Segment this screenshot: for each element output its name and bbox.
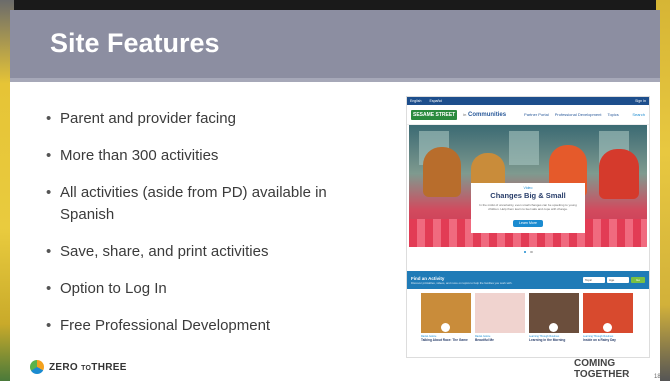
nav-professional-development[interactable]: Professional Development	[555, 112, 602, 117]
card-title[interactable]: Beautiful Me	[475, 338, 525, 342]
bullet-item: Free Professional Development	[46, 315, 378, 337]
slide-page-number: 18	[654, 374, 660, 380]
topbar-signin-link[interactable]: Sign In	[635, 99, 646, 103]
carousel-dot[interactable]	[523, 250, 526, 254]
activity-cards: Racial Justice Talking About Race: The G…	[407, 289, 649, 342]
hero-card: Video Changes Big & Small In the midst o…	[471, 183, 585, 233]
age-select[interactable]: Age	[607, 277, 629, 283]
activity-card[interactable]: Racial Justice Beautiful Me	[475, 293, 525, 342]
find-activity-controls: Topic Age Go	[583, 277, 645, 283]
carousel-dot[interactable]	[530, 250, 533, 254]
carousel-dots[interactable]	[407, 247, 649, 257]
activity-card[interactable]: Racial Justice Talking About Race: The G…	[421, 293, 471, 342]
slide-title: Site Features	[50, 28, 220, 58]
header-stripe	[10, 78, 660, 82]
coming-together-logo: COMING TOGETHER	[574, 358, 660, 381]
topbar-english-link[interactable]: English	[410, 99, 421, 103]
slide-header-band: Site Features	[10, 10, 660, 82]
muppet-figure	[423, 147, 461, 197]
zero-to-three-logo: ZERO TOTHREE	[30, 360, 127, 374]
topic-select[interactable]: Topic	[583, 277, 605, 283]
zero-to-three-mark-icon	[30, 360, 44, 374]
play-icon	[549, 323, 558, 332]
website-screenshot: English Español Sign In SESAME STREET in…	[406, 96, 650, 358]
bullet-item: More than 300 activities	[46, 145, 378, 167]
sesame-street-logo[interactable]: SESAME STREET	[411, 109, 458, 120]
site-navbar: SESAME STREET in Communities Partner Por…	[407, 105, 649, 125]
card-thumbnail[interactable]	[421, 293, 471, 333]
find-activity-subtitle: Discover printables, videos, and more on…	[411, 280, 513, 285]
hero-learn-more-button[interactable]: Learn More	[513, 219, 543, 227]
topbar-spanish-link[interactable]: Español	[429, 99, 442, 103]
hero-headline: Changes Big & Small	[490, 191, 566, 200]
card-thumbnail[interactable]	[475, 293, 525, 333]
activity-card[interactable]: Learning Through Routines Inside on a Ra…	[583, 293, 633, 342]
card-thumbnail[interactable]	[529, 293, 579, 333]
presentation-slide: Site Features Parent and provider facing…	[10, 10, 660, 381]
find-activity-text: Find an Activity Discover printables, vi…	[411, 276, 512, 285]
nav-search[interactable]: Search	[632, 112, 645, 117]
hero-description: In the midst of uncertainty, even small …	[479, 203, 577, 211]
brand-prefix: in	[463, 111, 467, 117]
nav-partner-portal[interactable]: Partner Portal	[524, 112, 549, 117]
hero-kicker: Video	[523, 186, 533, 190]
card-thumbnail[interactable]	[583, 293, 633, 333]
play-icon	[441, 323, 450, 332]
site-topbar: English Español Sign In	[407, 97, 649, 105]
bullet-list: Parent and provider facing More than 300…	[46, 108, 378, 352]
bullet-item: All activities (aside from PD) available…	[46, 182, 378, 226]
play-icon	[603, 323, 612, 332]
nav-topics[interactable]: Topics	[607, 112, 618, 117]
communities-logo-text[interactable]: in Communities	[463, 112, 506, 118]
find-activity-bar: Find an Activity Discover printables, vi…	[407, 271, 649, 289]
activity-card[interactable]: Learning Through Routines Learning in th…	[529, 293, 579, 342]
bullet-item: Parent and provider facing	[46, 108, 378, 130]
hero-window	[509, 131, 539, 165]
card-title[interactable]: Learning in the Morning	[529, 338, 579, 342]
hero-banner: Video Changes Big & Small In the midst o…	[409, 125, 647, 247]
bullet-item: Save, share, and print activities	[46, 241, 378, 263]
zero-to-three-wordmark: ZERO TOTHREE	[49, 361, 127, 373]
card-title[interactable]: Talking About Race: The Game	[421, 338, 471, 342]
muppet-figure	[599, 149, 639, 199]
card-title[interactable]: Inside on a Rainy Day	[583, 338, 633, 342]
go-button[interactable]: Go	[631, 277, 645, 283]
bullet-item: Option to Log In	[46, 278, 378, 300]
brand-text: Communities	[468, 111, 507, 118]
